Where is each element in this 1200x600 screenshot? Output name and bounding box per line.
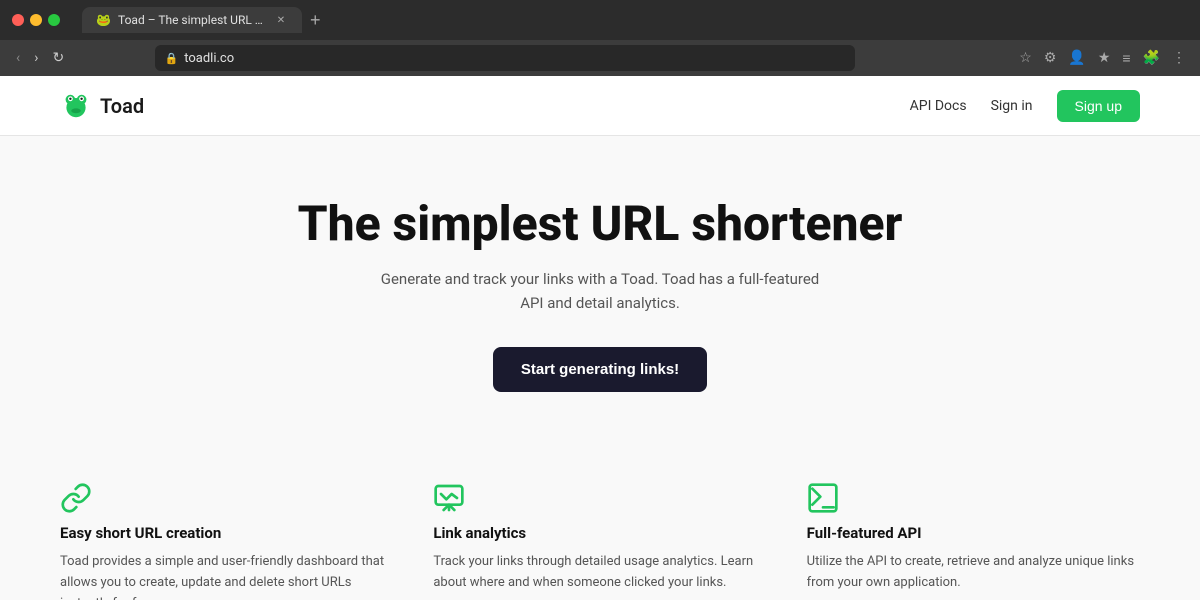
maximize-button[interactable] [48, 14, 60, 26]
toolbar-right: ☆ ⚙ 👤 ★ ≡ 🧩 ⋮ [1017, 48, 1188, 69]
feature-analytics-title: Link analytics [433, 524, 766, 542]
feature-url-title: Easy short URL creation [60, 524, 393, 542]
feature-analytics: Link analytics Track your links through … [433, 482, 766, 600]
hero-subtitle: Generate and track your links with a Toa… [380, 267, 820, 315]
title-bar: 🐸 Toad – The simplest URL shor… ✕ + [0, 0, 1200, 40]
hero-title: The simplest URL shortener [20, 196, 1180, 251]
new-tab-button[interactable]: + [302, 11, 329, 29]
sign-in-link[interactable]: Sign in [991, 98, 1033, 114]
minimize-button[interactable] [30, 14, 42, 26]
site-nav: Toad API Docs Sign in Sign up [0, 76, 1200, 136]
link-icon [60, 482, 92, 514]
feature-api-desc: Utilize the API to create, retrieve and … [807, 552, 1140, 594]
puzzle-icon[interactable]: 🧩 [1141, 48, 1162, 68]
browser-chrome: 🐸 Toad – The simplest URL shor… ✕ + ‹ › … [0, 0, 1200, 76]
favorites-icon[interactable]: ★ [1096, 48, 1113, 68]
feature-analytics-desc: Track your links through detailed usage … [433, 552, 766, 594]
menu-icon[interactable]: ⋮ [1170, 48, 1188, 68]
hero-section: The simplest URL shortener Generate and … [0, 136, 1200, 442]
url-text: toadli.co [184, 51, 234, 66]
collections-icon[interactable]: ≡ [1120, 48, 1132, 69]
feature-api: Full-featured API Utilize the API to cre… [807, 482, 1140, 600]
address-bar: ‹ › ↻ 🔒 toadli.co ☆ ⚙ 👤 ★ ≡ 🧩 ⋮ [0, 40, 1200, 76]
feature-api-title: Full-featured API [807, 524, 1140, 542]
close-button[interactable] [12, 14, 24, 26]
hero-cta-button[interactable]: Start generating links! [493, 347, 707, 392]
traffic-lights [12, 14, 60, 26]
url-field[interactable]: 🔒 toadli.co [155, 45, 855, 71]
tab-close-icon[interactable]: ✕ [274, 13, 288, 27]
nav-buttons: ‹ › ↻ [12, 48, 68, 68]
forward-button[interactable]: › [30, 48, 42, 68]
terminal-icon [807, 482, 839, 514]
back-button[interactable]: ‹ [12, 48, 24, 68]
nav-links: API Docs Sign in Sign up [910, 90, 1140, 122]
sign-up-button[interactable]: Sign up [1057, 90, 1140, 122]
feature-url-desc: Toad provides a simple and user-friendly… [60, 552, 393, 600]
tab-favicon: 🐸 [96, 13, 110, 27]
tab-bar: 🐸 Toad – The simplest URL shor… ✕ + [82, 7, 1188, 33]
bookmark-icon[interactable]: ☆ [1017, 48, 1034, 68]
extensions-icon[interactable]: ⚙ [1042, 48, 1059, 68]
refresh-button[interactable]: ↻ [48, 48, 68, 68]
chart-icon [433, 482, 465, 514]
logo-area[interactable]: Toad [60, 90, 144, 122]
api-docs-link[interactable]: API Docs [910, 98, 967, 114]
website-content: Toad API Docs Sign in Sign up The simple… [0, 76, 1200, 600]
logo-text: Toad [100, 94, 144, 118]
lock-icon: 🔒 [165, 52, 179, 65]
tab-title: Toad – The simplest URL shor… [118, 13, 266, 27]
features-section: Easy short URL creation Toad provides a … [0, 442, 1200, 600]
profile-icon[interactable]: 👤 [1066, 48, 1087, 68]
feature-url-creation: Easy short URL creation Toad provides a … [60, 482, 393, 600]
logo-icon [60, 90, 92, 122]
browser-tab[interactable]: 🐸 Toad – The simplest URL shor… ✕ [82, 7, 302, 33]
